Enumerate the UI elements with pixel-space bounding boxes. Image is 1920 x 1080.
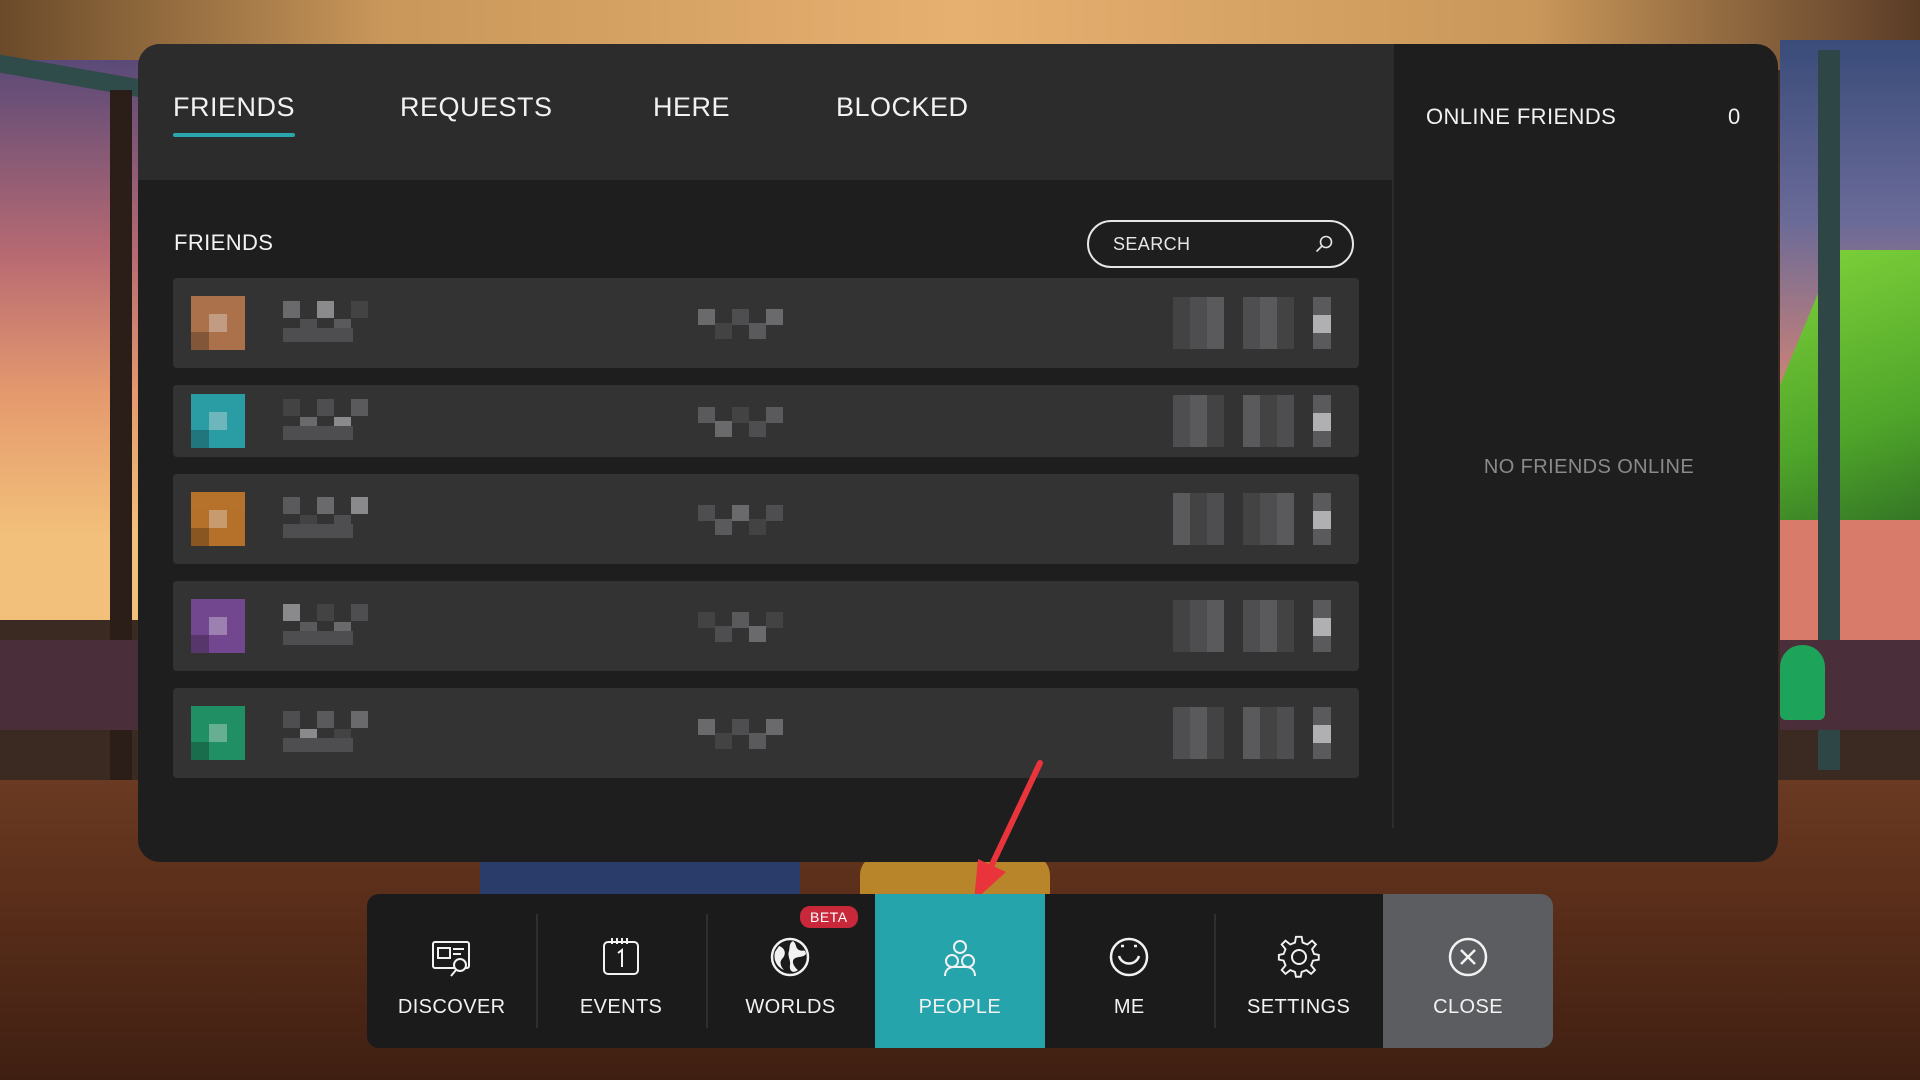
discover-icon bbox=[431, 941, 470, 977]
nav-label: SETTINGS bbox=[1247, 996, 1351, 1018]
search-input[interactable]: SEARCH bbox=[1087, 220, 1354, 268]
online-friends-title: ONLINE FRIENDS bbox=[1426, 104, 1617, 129]
gear-icon bbox=[1277, 935, 1320, 978]
friend-row[interactable] bbox=[173, 474, 1359, 564]
friends-section-title: FRIENDS bbox=[174, 230, 274, 255]
search-placeholder: SEARCH bbox=[1113, 233, 1191, 254]
friends-list bbox=[173, 278, 1359, 795]
panel-divider bbox=[1392, 44, 1394, 828]
bottom-nav: DISCOVER EVENTS WORLDS PEOPLE ME SETTING… bbox=[367, 894, 1553, 1048]
nav-label: PEOPLE bbox=[918, 996, 1002, 1018]
houses bbox=[1780, 520, 1920, 640]
calendar-icon bbox=[603, 938, 640, 975]
friend-row[interactable] bbox=[173, 385, 1359, 457]
nav-settings[interactable]: SETTINGS bbox=[1213, 894, 1383, 1048]
friend-row[interactable] bbox=[173, 581, 1359, 671]
online-friends-count: 0 bbox=[1728, 104, 1741, 129]
people-panel: FRIENDS REQUESTS HERE BLOCKED FRIENDS SE… bbox=[138, 44, 1778, 862]
tab-bar: FRIENDS REQUESTS HERE BLOCKED bbox=[138, 44, 1394, 180]
green-figure bbox=[1780, 645, 1825, 720]
nav-events[interactable]: EVENTS bbox=[536, 894, 705, 1048]
tab-requests[interactable]: REQUESTS bbox=[400, 92, 553, 123]
avatar bbox=[191, 492, 245, 546]
close-icon bbox=[1448, 937, 1488, 977]
no-friends-message: NO FRIENDS ONLINE bbox=[1483, 456, 1695, 478]
nav-discover[interactable]: DISCOVER bbox=[367, 894, 536, 1048]
avatar bbox=[191, 296, 245, 350]
counter bbox=[0, 640, 150, 730]
search-icon bbox=[1316, 235, 1333, 252]
friend-row[interactable] bbox=[173, 278, 1359, 368]
avatar bbox=[191, 706, 245, 760]
avatar bbox=[191, 599, 245, 653]
nav-close[interactable]: CLOSE bbox=[1383, 894, 1553, 1048]
beta-badge: BETA bbox=[800, 906, 858, 928]
nav-label: WORLDS bbox=[745, 996, 836, 1018]
tab-here[interactable]: HERE bbox=[653, 92, 730, 123]
nav-label: DISCOVER bbox=[397, 996, 506, 1018]
people-icon bbox=[943, 940, 976, 977]
tab-friends[interactable]: FRIENDS bbox=[173, 92, 296, 137]
friend-row[interactable] bbox=[173, 688, 1359, 778]
nav-label: CLOSE bbox=[1433, 996, 1503, 1018]
globe-icon bbox=[771, 937, 810, 977]
nav-label: ME bbox=[1113, 996, 1145, 1018]
smiley-icon bbox=[1110, 937, 1149, 977]
tab-blocked[interactable]: BLOCKED bbox=[836, 92, 969, 123]
nav-label: EVENTS bbox=[579, 996, 663, 1018]
avatar bbox=[191, 394, 245, 448]
nav-me[interactable]: ME bbox=[1045, 894, 1214, 1048]
annotation-arrow bbox=[974, 760, 1043, 901]
nav-people[interactable]: PEOPLE bbox=[875, 894, 1045, 1048]
